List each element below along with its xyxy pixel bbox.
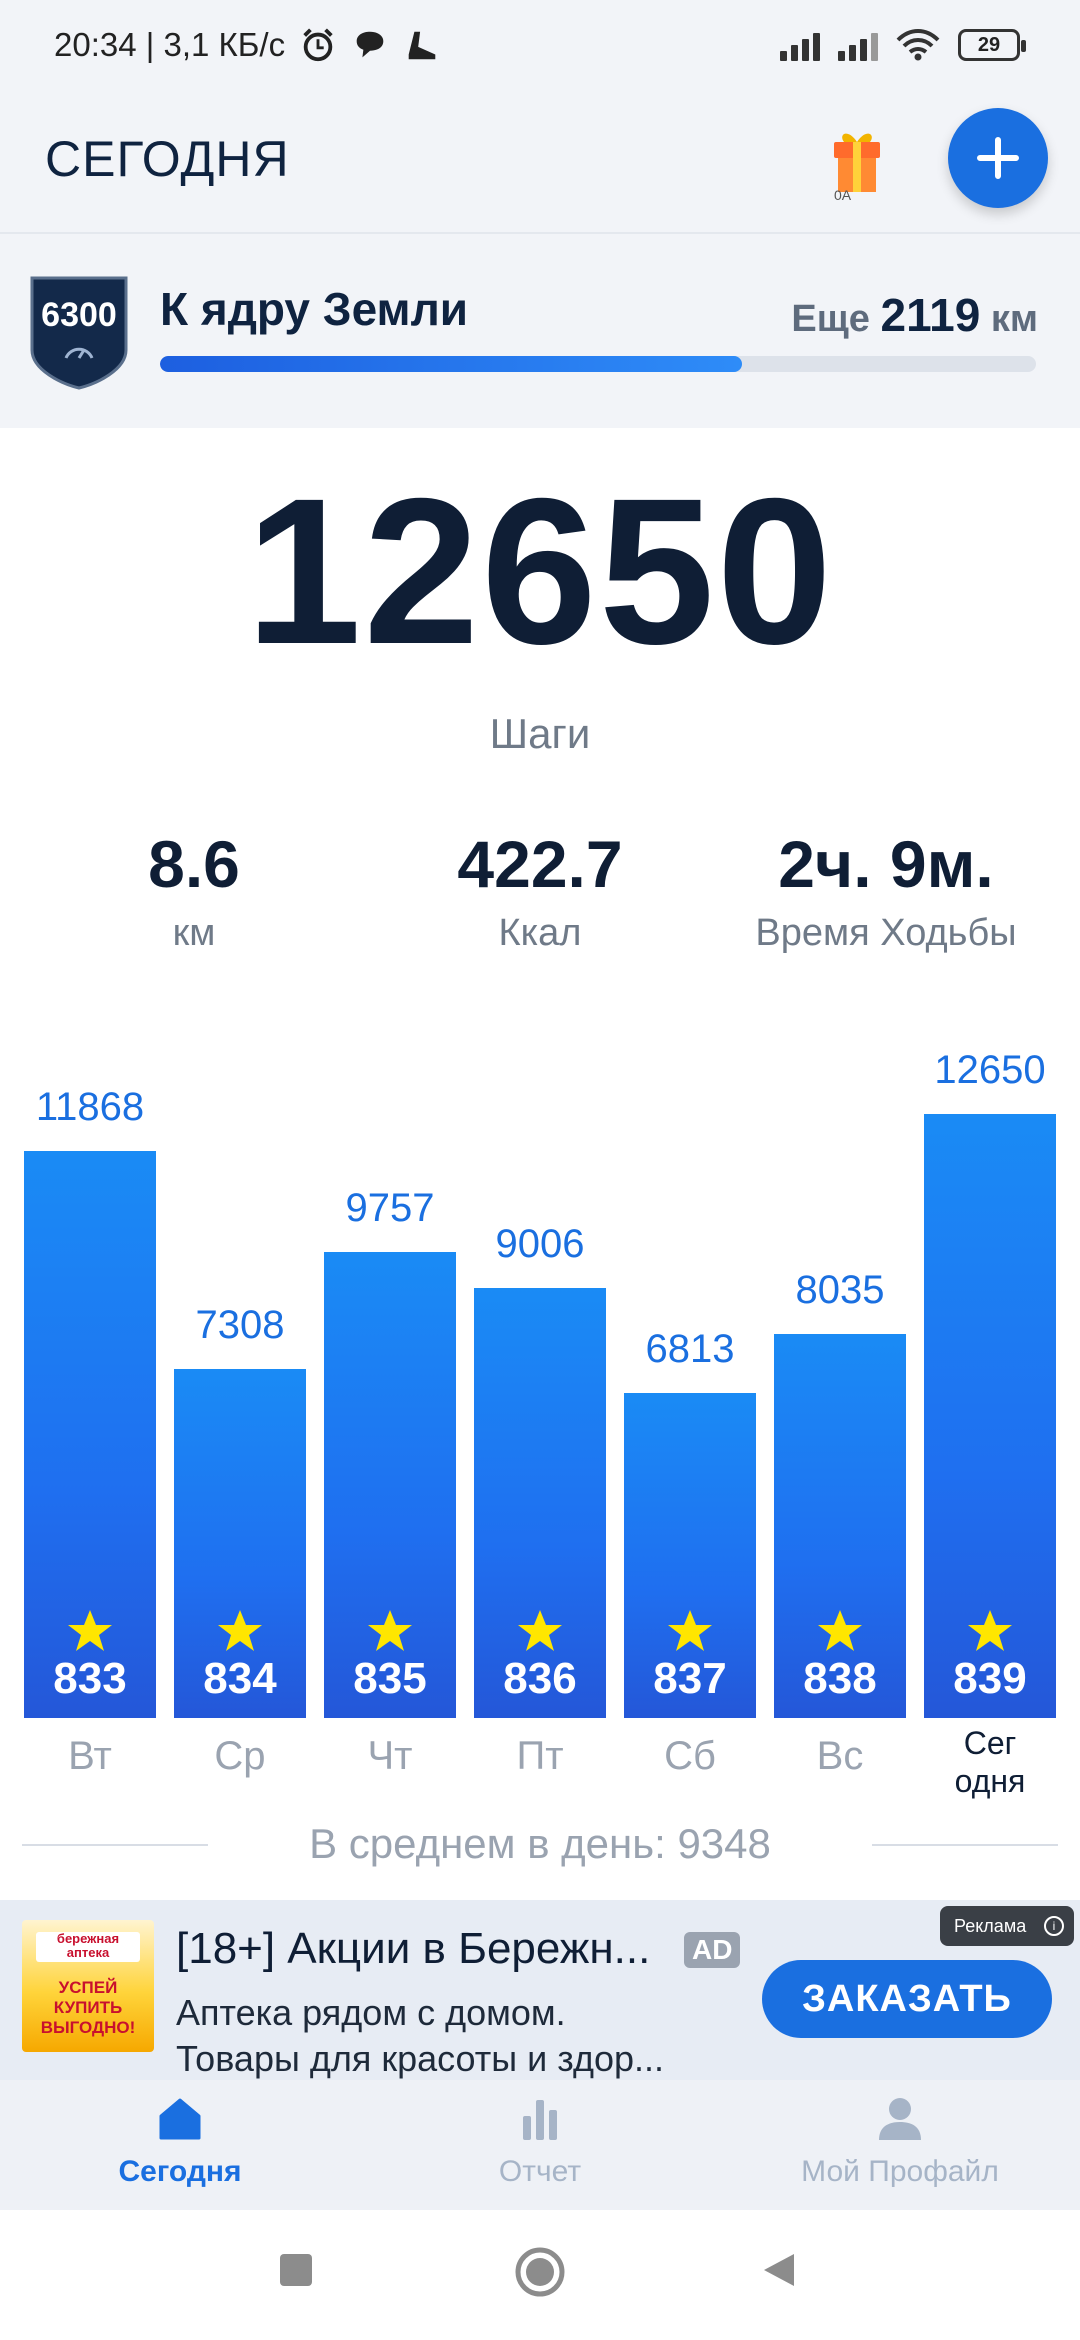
bar-value-label: 9006 [495,1222,585,1266]
bar-star-count: 836 [503,1654,577,1703]
bar-star-count: 839 [953,1654,1027,1703]
status-right: 29 [780,28,1026,62]
star-icon [624,1608,756,1659]
add-button[interactable] [948,108,1048,208]
user-icon [879,2098,921,2140]
bar-day-label: Сб [664,1734,716,1778]
nav-item-profile[interactable]: Мой Профайл [720,2094,1080,2189]
goal-progress-fill [160,356,742,372]
bar-star-count: 838 [803,1654,877,1703]
star-icon [324,1608,456,1659]
home-icon [159,2098,201,2140]
plus-icon [977,137,1019,179]
bar-value-label: 9757 [345,1186,435,1230]
bar-star-count: 834 [203,1654,277,1703]
ad-order-button[interactable]: ЗАКАЗАТЬ [762,1960,1052,2038]
ad-label-text: Реклама [954,1916,1027,1936]
ad-label[interactable]: Реклама i [940,1906,1074,1946]
weekly-steps-chart: 11868 833 Вт 7308 834 Ср 9757 835 Чт 9006 836 Пт 681… [0,428,1080,1900]
bar-star-count: 837 [653,1654,727,1703]
ad-description: Аптека рядом с домом. Товары для красоты… [176,1990,664,2082]
ad-desc-line1: Аптека рядом с домом. [176,1992,566,2033]
average-steps: В среднем в день: 9348 [309,1820,771,1867]
bar-value-label: 12650 [934,1048,1046,1092]
shoe-icon [408,31,436,60]
bar-value-label: 7308 [195,1303,285,1347]
battery-level: 29 [977,33,1001,56]
bar-chart-icon [523,2100,557,2140]
recents-icon[interactable] [276,2250,316,2290]
info-icon: i [1044,1916,1064,1936]
svg-text:0A: 0A [834,187,852,203]
alarm-icon [303,28,333,62]
nav-label-report: Отчет [498,2155,582,2188]
bar-day-label: Сег одня [954,1725,1026,1799]
signal-icon [780,29,820,61]
app-header: СЕГОДНЯ 0A [0,90,1080,232]
home-circle-icon[interactable] [514,2246,566,2298]
signal-icon [838,29,878,61]
nav-label-profile: Мой Профайл [801,2155,999,2188]
bar-day-label: Ср [214,1734,266,1778]
bar-day-label: Пт [516,1734,564,1778]
ad-image-logo: бережная аптека [36,1932,140,1962]
nav-label-today: Сегодня [118,2155,242,2188]
star-icon [774,1608,906,1659]
wifi-icon [896,29,940,61]
nav-item-report[interactable]: Отчет [360,2094,720,2189]
chat-bubble-icon [356,31,384,58]
ad-image[interactable]: бережная аптека УСПЕЙ КУПИТЬ ВЫГОДНО! [22,1920,154,2052]
status-bar: 20:34 | 3,1 КБ/с 29 [0,0,1080,90]
star-icon [174,1608,306,1659]
bar-value-label: 6813 [645,1327,735,1371]
goal-progress-bar [160,356,1036,372]
ad-badge: AD [684,1932,741,1968]
star-icon [474,1608,606,1659]
bar-star-count: 833 [53,1654,127,1703]
ad-desc-line2: Товары для красоты и здор... [176,2038,665,2079]
goal-remaining-unit: км [990,298,1038,340]
bar-star-count: 835 [353,1654,427,1703]
main-content: 12650 Шаги 8.6 км 422.7 Ккал 2ч. 9м. Вре… [0,428,1080,1900]
goal-remaining: Еще 2119 км [791,288,1038,342]
system-nav-bar [0,2210,1080,2340]
back-icon[interactable] [760,2250,800,2290]
goal-card[interactable]: 6300 К ядру Земли Еще 2119 км [0,232,1080,430]
ad-title[interactable]: [18+] Акции в Бережн... [176,1924,650,1974]
goal-remaining-prefix: Еще [791,298,870,340]
ad-banner[interactable]: бережная аптека УСПЕЙ КУПИТЬ ВЫГОДНО! [1… [0,1900,1080,2080]
bar-value-label: 8035 [795,1268,885,1312]
page-title: СЕГОДНЯ [45,131,290,187]
star-icon [24,1608,156,1659]
bottom-nav: Сегодня Отчет Мой Профайл [0,2080,1080,2210]
bar-value-label: 11868 [35,1085,145,1129]
status-time: 20:34 | 3,1 КБ/с [54,26,286,63]
gift-icon[interactable]: 0A [830,120,884,204]
bar-day-label: Чт [367,1734,413,1778]
goal-title: К ядру Земли [160,283,469,335]
goal-remaining-value: 2119 [880,289,981,341]
goal-badge-text: 6300 [41,296,117,334]
nav-item-today[interactable]: Сегодня [0,2094,360,2189]
star-icon [924,1608,1056,1659]
ad-image-slogan: УСПЕЙ КУПИТЬ ВЫГОДНО! [40,1978,136,2037]
bar-day-label: Вс [816,1734,864,1778]
bar-day-label: Вт [68,1734,112,1778]
status-left: 20:34 | 3,1 КБ/с [54,26,441,64]
battery-icon: 29 [958,29,1026,61]
